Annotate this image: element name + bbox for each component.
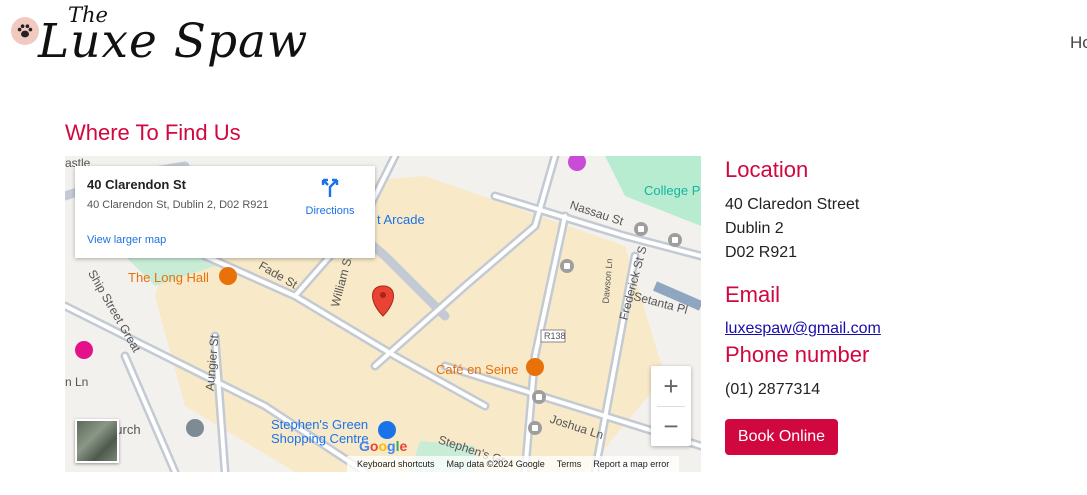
- address-line: 40 Claredon Street: [725, 196, 860, 213]
- directions-icon: [321, 178, 339, 197]
- email-link[interactable]: luxespaw@gmail.com: [725, 320, 881, 338]
- place-title: 40 Clarendon St: [87, 177, 186, 192]
- embedded-map[interactable]: The Long Hall Café en Seine Stephen's Gr…: [65, 156, 701, 472]
- address-line: D02 R921: [725, 244, 798, 261]
- map-data-text: Map data ©2024 Google: [446, 459, 545, 469]
- poi-college-park[interactable]: College P: [644, 183, 700, 198]
- road-number-label: R138: [544, 331, 566, 341]
- street-label: n Ln: [65, 375, 89, 389]
- location-heading: Location: [725, 157, 809, 182]
- keyboard-shortcuts-link[interactable]: Keyboard shortcuts: [357, 459, 435, 469]
- zoom-out-button[interactable]: −: [651, 406, 691, 446]
- zoom-controls: + −: [651, 366, 691, 446]
- view-larger-map-link[interactable]: View larger map: [87, 234, 166, 246]
- address-line: Dublin 2: [725, 220, 784, 237]
- nav-item-home[interactable]: Ho: [1070, 33, 1087, 53]
- phone-heading: Phone number: [725, 342, 870, 367]
- phone-number: (01) 2877314: [725, 381, 821, 398]
- directions-label: Directions: [305, 205, 355, 217]
- book-online-button[interactable]: Book Online: [725, 419, 838, 455]
- section-title: Where To Find Us: [65, 120, 241, 145]
- directions-button[interactable]: Directions: [300, 178, 360, 217]
- logo-text[interactable]: Luxe Spaw: [38, 14, 308, 69]
- map-attribution: Keyboard shortcuts Map data ©2024 Google T…: [347, 456, 680, 472]
- satellite-view-toggle[interactable]: [75, 419, 119, 463]
- zoom-in-button[interactable]: +: [651, 366, 691, 406]
- poi-cafe-en-seine[interactable]: Café en Seine: [436, 362, 518, 377]
- report-map-error-link[interactable]: Report a map error: [593, 459, 669, 469]
- terms-link[interactable]: Terms: [557, 459, 582, 469]
- place-info-card: 40 Clarendon St 40 Clarendon St, Dublin …: [75, 166, 375, 258]
- google-logo: Google: [359, 438, 408, 454]
- email-heading: Email: [725, 282, 781, 307]
- poi-the-long-hall[interactable]: The Long Hall: [128, 270, 209, 285]
- site-header: The Luxe Spaw Ho: [0, 0, 1087, 90]
- paw-icon: [11, 17, 39, 45]
- poi-arcade[interactable]: t Arcade: [377, 212, 425, 227]
- place-address: 40 Clarendon St, Dublin 2, D02 R921: [87, 199, 269, 211]
